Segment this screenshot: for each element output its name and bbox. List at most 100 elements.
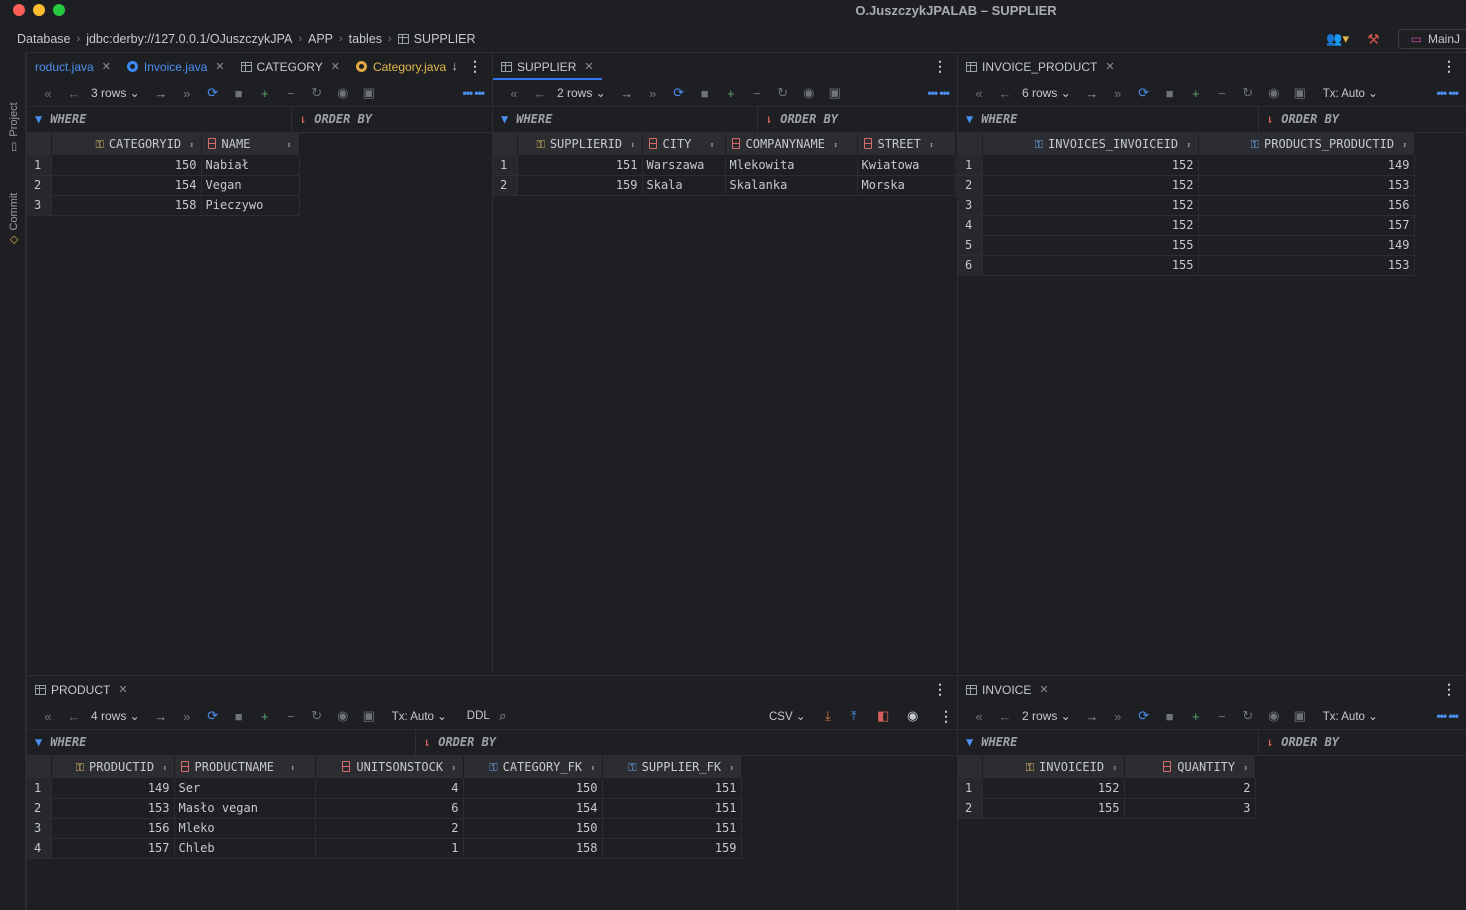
cell[interactable]: Ser: [174, 778, 316, 799]
table-row[interactable]: 5 155 149: [958, 235, 1415, 256]
cell[interactable]: 151: [602, 798, 742, 819]
sort-toggle-icon[interactable]: ⬍: [286, 141, 291, 151]
sort-toggle-icon[interactable]: ⬍: [1186, 141, 1191, 151]
last-page-icon[interactable]: »: [174, 86, 200, 101]
cell[interactable]: 151: [602, 818, 742, 839]
tab-invoice-product[interactable]: INVOICE_PRODUCT ✕: [958, 53, 1123, 80]
cell[interactable]: 156: [51, 818, 175, 839]
export-format-dropdown[interactable]: CSV ⌄: [769, 709, 806, 723]
cell[interactable]: 150: [463, 778, 603, 799]
cell[interactable]: 159: [517, 175, 643, 196]
next-page-icon[interactable]: →: [148, 86, 174, 101]
table-row[interactable]: 3 158 Pieczywo: [27, 195, 300, 216]
sort-toggle-icon[interactable]: ⬍: [729, 764, 734, 774]
stop-icon[interactable]: ■: [226, 86, 252, 101]
last-page-icon[interactable]: »: [1105, 709, 1131, 724]
cell[interactable]: 158: [51, 195, 202, 216]
revert-icon[interactable]: ↻: [304, 85, 330, 101]
close-icon[interactable]: ✕: [331, 60, 340, 73]
previous-page-icon[interactable]: ←: [992, 86, 1018, 101]
column-header[interactable]: ⚿ PRODUCTS_PRODUCTID ⬍: [1198, 133, 1415, 155]
cell[interactable]: Kwiatowa: [857, 155, 956, 176]
more-icon[interactable]: ••• •••: [1436, 709, 1459, 723]
delete-row-icon[interactable]: −: [278, 86, 304, 101]
column-header[interactable]: ⚿ SUPPLIER_FK ⬍: [602, 756, 742, 778]
previous-page-icon[interactable]: ←: [992, 709, 1018, 724]
sort-toggle-icon[interactable]: ⬍: [929, 141, 934, 151]
where-filter[interactable]: ▼ WHERE: [966, 112, 1017, 126]
transaction-mode-dropdown[interactable]: Tx: Auto ⌄: [1323, 709, 1378, 723]
project-tool-button[interactable]: ▭Project: [7, 102, 20, 152]
delete-row-icon[interactable]: −: [1209, 86, 1235, 101]
cell[interactable]: 150: [51, 155, 202, 176]
stop-icon[interactable]: ■: [692, 86, 718, 101]
cell[interactable]: 149: [1198, 155, 1415, 176]
cell[interactable]: Skala: [642, 175, 726, 196]
sort-toggle-icon[interactable]: ⬍: [1243, 764, 1248, 774]
tab-invoice[interactable]: INVOICE ✕: [958, 676, 1057, 703]
cell[interactable]: 152: [982, 215, 1199, 236]
add-row-icon[interactable]: +: [718, 86, 744, 101]
next-page-icon[interactable]: →: [1079, 86, 1105, 101]
first-page-icon[interactable]: «: [966, 86, 992, 101]
revert-icon[interactable]: ↻: [1235, 85, 1261, 101]
save-icon[interactable]: ▣: [822, 85, 848, 101]
more-options-icon[interactable]: ⋮: [933, 58, 947, 75]
more-options-icon[interactable]: ⋮: [468, 58, 482, 75]
add-row-icon[interactable]: +: [252, 86, 278, 101]
sort-toggle-icon[interactable]: ⬍: [290, 764, 295, 774]
close-icon[interactable]: ✕: [118, 683, 127, 696]
cell[interactable]: 155: [982, 255, 1199, 276]
where-filter[interactable]: ▼ WHERE: [35, 735, 86, 749]
column-header[interactable]: QUANTITY ⬍: [1124, 756, 1256, 778]
upload-icon[interactable]: ⤒: [851, 708, 857, 724]
sort-toggle-icon[interactable]: ⬍: [630, 141, 635, 151]
delete-row-icon[interactable]: −: [1209, 709, 1235, 724]
column-header[interactable]: CITY ⬍: [642, 133, 726, 155]
cell[interactable]: Mleko: [174, 818, 316, 839]
cell[interactable]: 4: [315, 778, 464, 799]
next-page-icon[interactable]: →: [148, 709, 174, 724]
table-row[interactable]: 1 149 Ser 4 150 151: [27, 778, 742, 799]
cell[interactable]: 159: [602, 838, 742, 859]
table-row[interactable]: 1 152 149: [958, 155, 1415, 176]
refresh-icon[interactable]: ⟳: [200, 85, 226, 101]
order-by-filter[interactable]: ⇂ ORDER BY: [1266, 112, 1339, 126]
cell[interactable]: 154: [51, 175, 202, 196]
rows-dropdown[interactable]: 2 rows ⌄: [557, 86, 606, 100]
order-by-filter[interactable]: ⇂ ORDER BY: [1266, 735, 1339, 749]
cell[interactable]: 150: [463, 818, 603, 839]
revert-icon[interactable]: ↻: [770, 85, 796, 101]
sort-toggle-icon[interactable]: ⬍: [189, 141, 194, 151]
table-row[interactable]: 2 159 Skala Skalanka Morska: [493, 175, 956, 196]
next-page-icon[interactable]: →: [1079, 709, 1105, 724]
first-page-icon[interactable]: «: [501, 86, 527, 101]
table-row[interactable]: 3 156 Mleko 2 150 151: [27, 818, 742, 839]
tab-category-java[interactable]: Category.java: [348, 53, 454, 80]
tab-product[interactable]: PRODUCT ✕: [27, 676, 136, 703]
compare-icon[interactable]: ◧: [877, 708, 889, 724]
sort-toggle-icon[interactable]: ⬍: [1402, 141, 1407, 151]
table-row[interactable]: 2 153 Masło vegan 6 154 151: [27, 798, 742, 819]
sort-toggle-icon[interactable]: ⬍: [451, 764, 456, 774]
refresh-icon[interactable]: ⟳: [666, 85, 692, 101]
next-page-icon[interactable]: →: [614, 86, 640, 101]
sort-toggle-icon[interactable]: ⬍: [1112, 764, 1117, 774]
main-tab[interactable]: ▭ MainJ: [1397, 29, 1466, 49]
cell[interactable]: Chleb: [174, 838, 316, 859]
cell[interactable]: 155: [982, 798, 1125, 819]
sort-toggle-icon[interactable]: ⬍: [709, 141, 714, 151]
first-page-icon[interactable]: «: [966, 709, 992, 724]
delete-row-icon[interactable]: −: [744, 86, 770, 101]
where-filter[interactable]: ▼ WHERE: [966, 735, 1017, 749]
order-by-filter[interactable]: ⇂ ORDER BY: [423, 735, 496, 749]
column-header[interactable]: ⚿ PRODUCTID ⬍: [51, 756, 175, 778]
breadcrumb-item[interactable]: tables: [349, 32, 382, 46]
table-row[interactable]: 2 154 Vegan: [27, 175, 300, 196]
close-icon[interactable]: ✕: [215, 60, 224, 73]
stop-icon[interactable]: ■: [1157, 709, 1183, 724]
view-icon[interactable]: ◉: [330, 85, 356, 101]
cell[interactable]: Vegan: [201, 175, 300, 196]
download-icon[interactable]: ⤓: [825, 708, 831, 724]
revert-icon[interactable]: ↻: [1235, 708, 1261, 724]
